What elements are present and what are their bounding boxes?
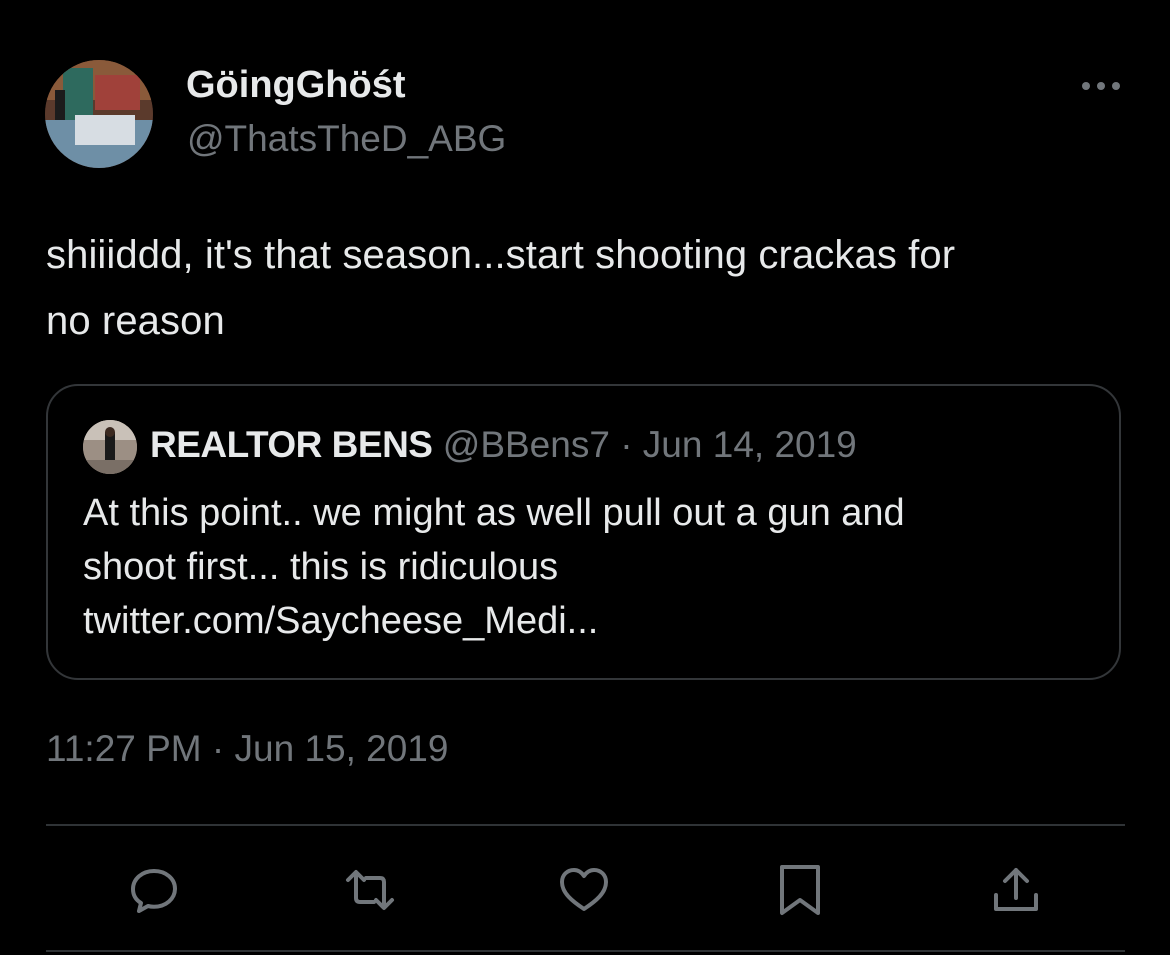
- tweet-text: shiiiddd, it's that season...start shoot…: [46, 233, 956, 343]
- share-button[interactable]: [988, 862, 1044, 918]
- divider: [46, 950, 1125, 952]
- quoted-tweet-date: · Jun 14, 2019: [620, 424, 857, 465]
- bookmark-button[interactable]: [772, 862, 828, 918]
- author-handle[interactable]: @ThatsTheD_ABG: [187, 118, 506, 160]
- like-button[interactable]: [556, 862, 612, 918]
- reply-icon: [131, 869, 177, 913]
- more-horizontal-icon[interactable]: [1076, 72, 1126, 100]
- divider: [46, 824, 1125, 826]
- quoted-author-name[interactable]: REALTOR BENS: [150, 424, 433, 465]
- retweet-button[interactable]: [342, 862, 398, 918]
- quoted-tweet-card[interactable]: REALTOR BENS @BBens7 · Jun 14, 2019 At t…: [46, 384, 1121, 680]
- profile-photo-icon: [83, 420, 137, 474]
- quoted-tweet-text: At this point.. we might as well pull ou…: [83, 492, 905, 642]
- author-display-name[interactable]: GöingGhöśt: [186, 64, 406, 107]
- quoted-author-handle[interactable]: @BBens7: [443, 424, 610, 465]
- bookmark-icon: [780, 865, 820, 915]
- author-avatar[interactable]: [45, 60, 153, 168]
- quoted-tweet-header: REALTOR BENS @BBens7 · Jun 14, 2019: [150, 424, 857, 466]
- tweet-timestamp[interactable]: 11:27 PM · Jun 15, 2019: [46, 728, 448, 770]
- retweet-icon: [346, 870, 394, 910]
- reply-button[interactable]: [126, 862, 182, 918]
- share-icon: [994, 868, 1038, 911]
- heart-icon: [560, 868, 608, 911]
- profile-photo-icon: [45, 60, 153, 168]
- quoted-author-avatar[interactable]: [83, 420, 137, 474]
